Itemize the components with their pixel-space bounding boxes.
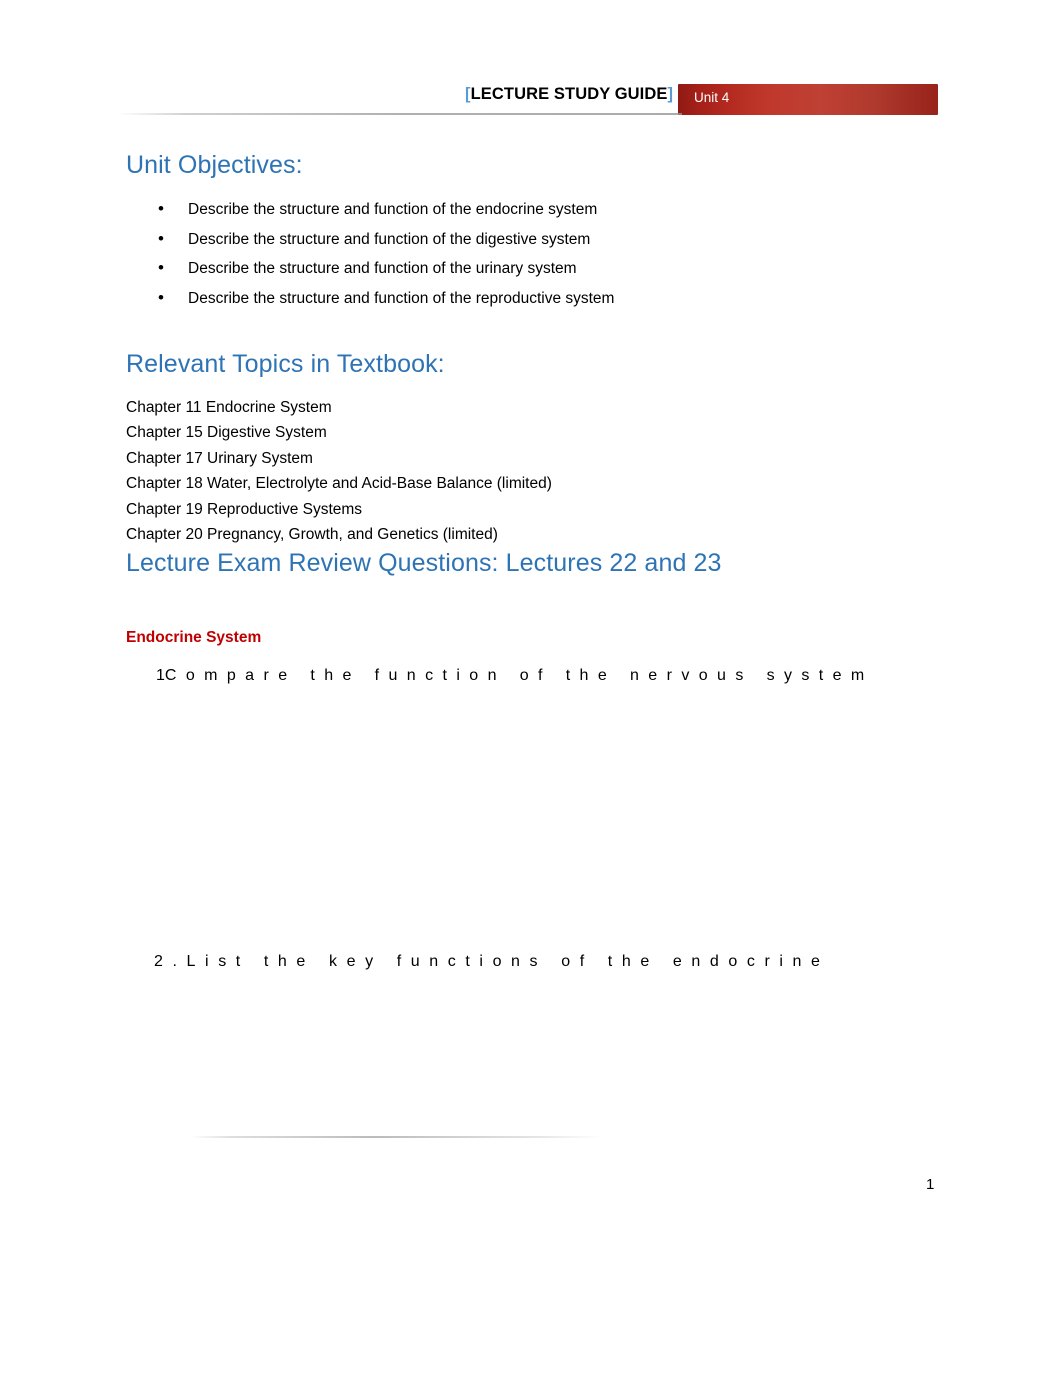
document-page: [LECTURE STUDY GUIDE] Unit 4 Unit Object…: [0, 0, 1062, 1377]
document-body: Unit Objectives: Describe the structure …: [126, 150, 1056, 971]
unit-tab-banner: Unit 4: [678, 84, 938, 115]
answer-space-1: [126, 685, 1056, 933]
document-header: [LECTURE STUDY GUIDE] Unit 4: [118, 84, 938, 118]
footer-divider: [190, 1136, 602, 1138]
list-item: Describe the structure and function of t…: [126, 283, 1056, 314]
topic-line: Chapter 11 Endocrine System: [126, 398, 332, 416]
question-1-number: 1: [156, 667, 165, 685]
topic-line: Chapter 19 Reproductive Systems: [126, 500, 363, 518]
unit-objectives-heading: Unit Objectives:: [126, 151, 303, 179]
header-title-text: LECTURE STUDY GUIDE: [470, 85, 668, 103]
question-2-line: 2.List the key functions of the endocrin…: [126, 953, 1056, 971]
topic-line: Chapter 17 Urinary System: [126, 449, 313, 467]
topic-line: Chapter 20 Pregnancy, Growth, and Geneti…: [126, 526, 498, 544]
unit-objectives-list: Describe the structure and function of t…: [126, 194, 1056, 314]
question-1: 1Compare the function of the nervous sys…: [126, 667, 1056, 685]
list-item: Describe the structure and function of t…: [126, 194, 1056, 225]
topic-line: Chapter 18 Water, Electrolyte and Acid-B…: [126, 475, 552, 493]
question-1-text: Compare the function of the nervous syst…: [164, 667, 874, 685]
header-divider: [118, 113, 682, 115]
question-2: 2.List the key functions of the endocrin…: [126, 953, 1056, 971]
question-1-line: 1Compare the function of the nervous sys…: [126, 667, 1056, 685]
exam-review-heading: Lecture Exam Review Questions: Lectures …: [126, 549, 722, 578]
header-title: [LECTURE STUDY GUIDE]: [465, 85, 673, 104]
unit-tab-label: Unit 4: [694, 90, 730, 105]
topic-line: Chapter 15 Digestive System: [126, 424, 327, 442]
page-number: 1: [926, 1176, 935, 1193]
relevant-topics-list: Chapter 11 Endocrine System Chapter 15 D…: [126, 395, 1056, 549]
header-title-close-bracket: ]: [667, 85, 674, 103]
relevant-topics-heading: Relevant Topics in Textbook:: [126, 350, 445, 379]
list-item: Describe the structure and function of t…: [126, 224, 1056, 255]
endocrine-system-subheading: Endocrine System: [126, 629, 262, 647]
list-item: Describe the structure and function of t…: [126, 253, 1056, 284]
question-2-number: 2.: [154, 953, 187, 971]
question-2-text: List the key functions of the endocrine: [186, 953, 830, 971]
